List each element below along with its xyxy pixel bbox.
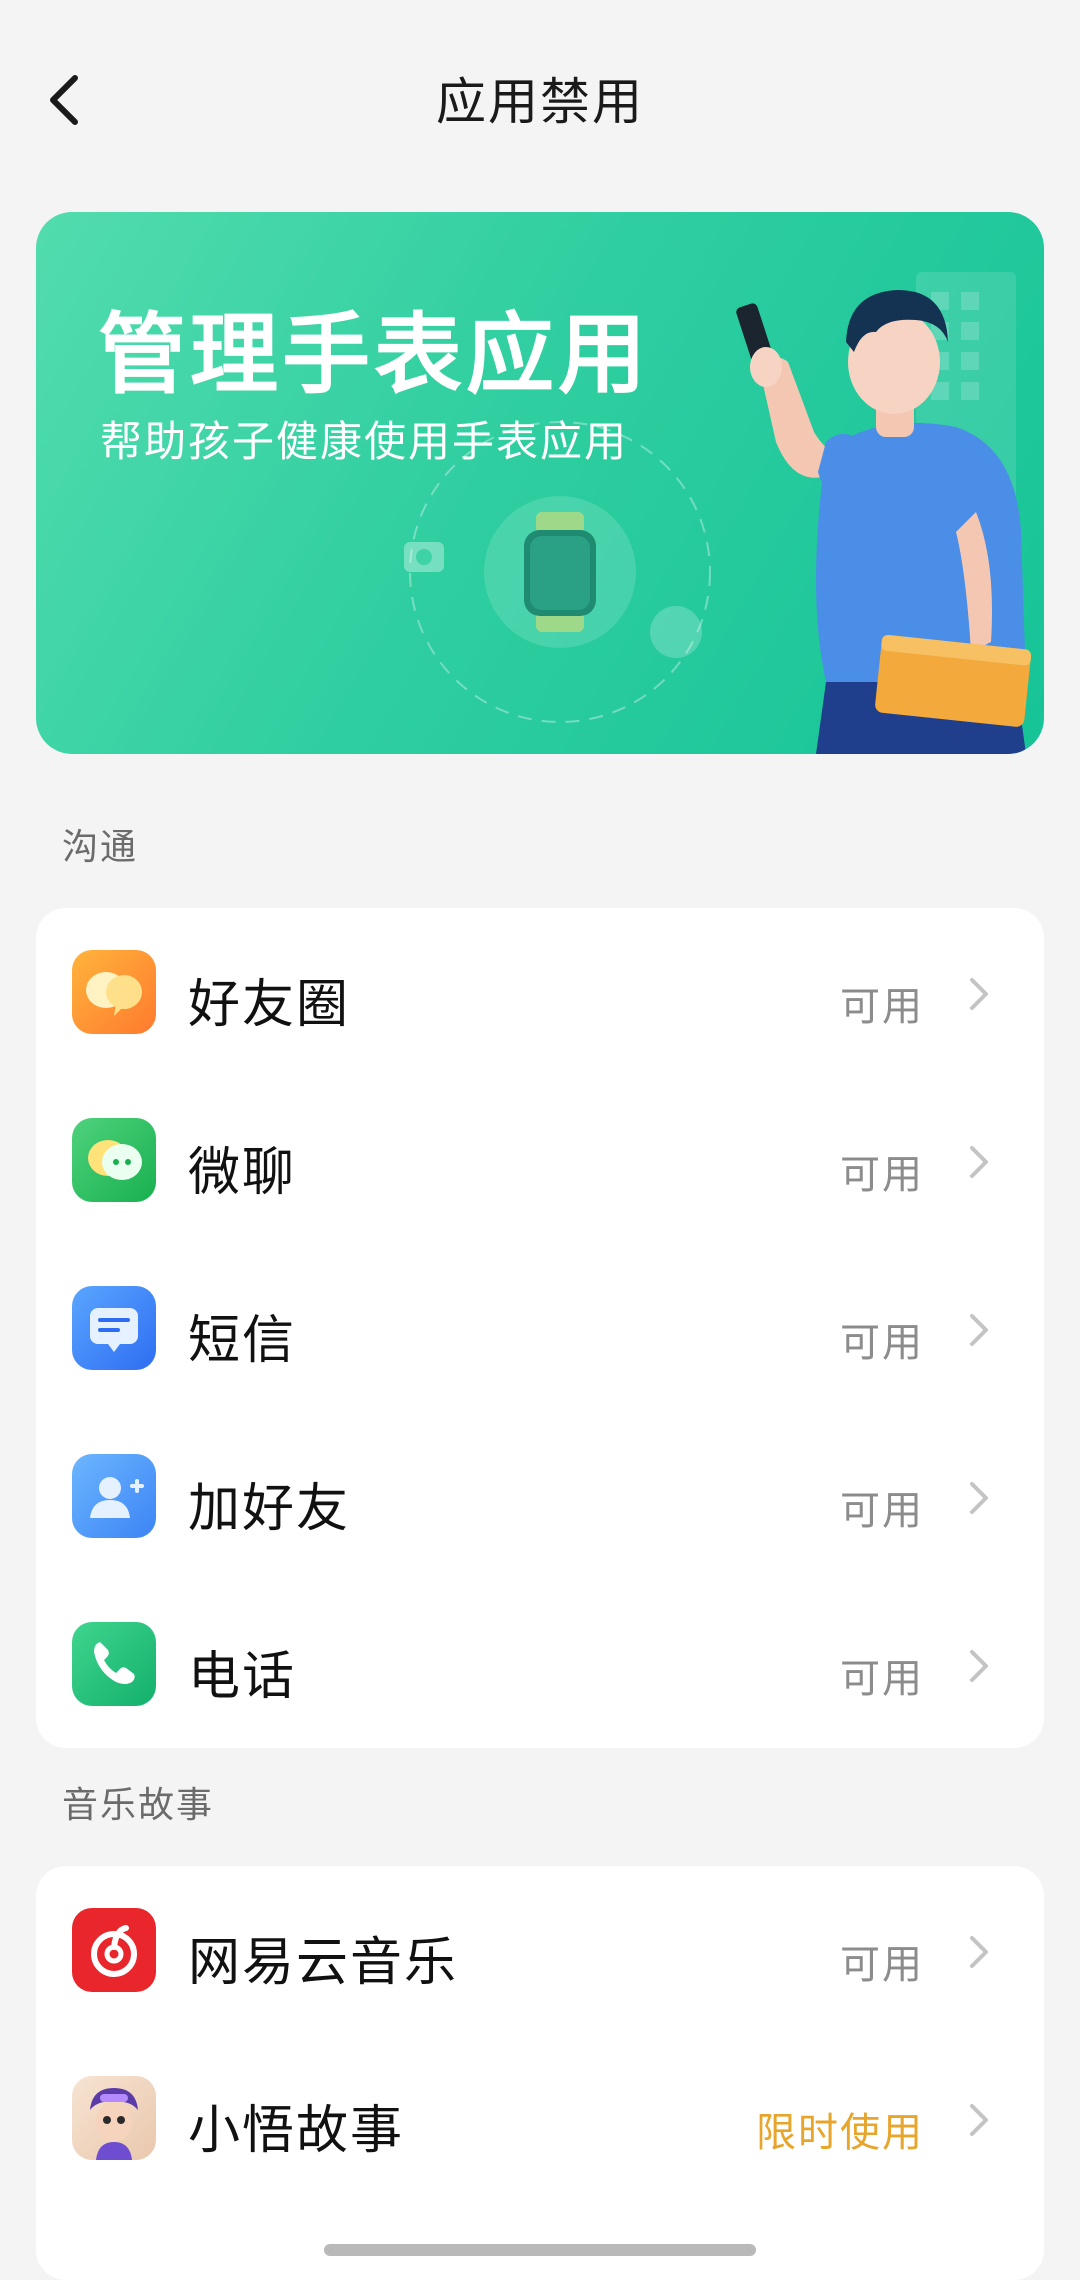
page-title: 应用禁用 (436, 73, 644, 131)
app-status: 可用 (840, 1656, 924, 1702)
app-name: 加好友 (188, 1479, 351, 1539)
top-bar: 应用禁用 (0, 0, 1080, 200)
app-row-add-friend[interactable]: 加好友 可用 (36, 1412, 1044, 1580)
friends-circle-icon (72, 950, 156, 1034)
app-status: 可用 (840, 1320, 924, 1366)
app-status: 限时使用 (756, 2110, 924, 2156)
app-status: 可用 (840, 1488, 924, 1534)
app-name: 小悟故事 (188, 2101, 405, 2161)
app-row-sms[interactable]: 短信 可用 (36, 1244, 1044, 1412)
app-row-chat[interactable]: 微聊 可用 (36, 1076, 1044, 1244)
chevron-right-icon (970, 1146, 988, 1178)
promo-banner: 管理手表应用 帮助孩子健康使用手表应用 (36, 212, 1044, 754)
app-name: 好友圈 (188, 975, 351, 1035)
home-indicator[interactable] (324, 2244, 756, 2256)
banner-title: 管理手表应用 (98, 303, 651, 406)
app-row-xiaowu-story[interactable]: 小悟故事 限时使用 (36, 2034, 1044, 2202)
section-label-communication: 沟通 (62, 827, 139, 868)
music-stories-card: 网易云音乐 可用 小悟故事 限时使用 (36, 1866, 1044, 2280)
app-status: 可用 (840, 984, 924, 1030)
app-row-phone[interactable]: 电话 可用 (36, 1580, 1044, 1748)
chevron-right-icon (970, 1482, 988, 1514)
xiaowu-story-icon (72, 2076, 156, 2160)
chevron-right-icon (970, 1314, 988, 1346)
chevron-right-icon (970, 1936, 988, 1968)
phone-icon (72, 1622, 156, 1706)
banner-subtitle: 帮助孩子健康使用手表应用 (100, 417, 629, 466)
add-friend-icon (72, 1454, 156, 1538)
app-name: 网易云音乐 (188, 1933, 459, 1993)
app-name: 短信 (188, 1311, 297, 1371)
chevron-right-icon (970, 1650, 988, 1682)
sms-icon (72, 1286, 156, 1370)
app-name: 电话 (188, 1647, 297, 1707)
chevron-right-icon (970, 978, 988, 1010)
app-row-friends-circle[interactable]: 好友圈 可用 (36, 908, 1044, 1076)
chevron-right-icon (970, 2104, 988, 2136)
app-row-netease-music[interactable]: 网易云音乐 可用 (36, 1866, 1044, 2034)
app-name: 微聊 (188, 1143, 297, 1203)
communication-card: 好友圈 可用 微聊 可用 短信 可用 加好友 可用 电话 可用 (36, 908, 1044, 1748)
app-status: 可用 (840, 1942, 924, 1988)
app-restriction-page: 应用禁用 管理手表应用 帮助孩子健康使用手表应用 沟通 好友圈 可用 微聊 可用… (0, 0, 1080, 2280)
netease-music-icon (72, 1908, 156, 1992)
app-status: 可用 (840, 1152, 924, 1198)
chat-icon (72, 1118, 156, 1202)
section-label-music-stories: 音乐故事 (62, 1785, 215, 1826)
